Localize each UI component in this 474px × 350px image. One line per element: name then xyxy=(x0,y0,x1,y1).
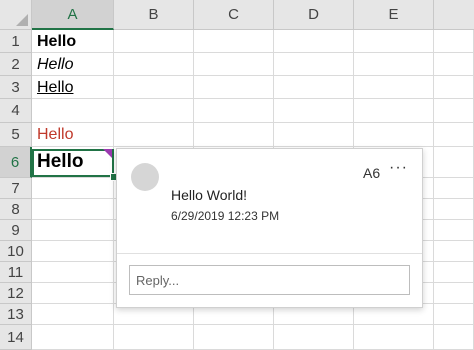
cell-a3-text[interactable]: Hello xyxy=(37,79,73,97)
row-header-13[interactable]: 13 xyxy=(0,304,32,325)
comment-card: A6 ··· Hello World! 6/29/2019 12:23 PM xyxy=(116,148,423,308)
grid-cell[interactable] xyxy=(32,304,114,325)
row-header-7[interactable]: 7 xyxy=(0,178,32,199)
grid-cell[interactable] xyxy=(194,99,274,123)
row-header-11[interactable]: 11 xyxy=(0,262,32,283)
select-all-button[interactable] xyxy=(0,0,32,30)
grid-cell[interactable] xyxy=(194,30,274,53)
grid-cell[interactable] xyxy=(274,99,354,123)
grid-cell[interactable] xyxy=(434,53,474,76)
grid-cell[interactable] xyxy=(114,325,194,350)
comment-text: Hello World! xyxy=(171,187,247,203)
comment-indicator-icon[interactable] xyxy=(103,149,112,158)
grid-cell[interactable] xyxy=(354,30,434,53)
grid-cell[interactable] xyxy=(194,76,274,99)
grid-cell[interactable] xyxy=(32,220,114,241)
grid-cell[interactable] xyxy=(434,178,474,199)
active-cell-border xyxy=(32,149,114,177)
grid-cell[interactable] xyxy=(32,325,114,350)
grid-cell[interactable] xyxy=(434,220,474,241)
comment-divider xyxy=(117,253,422,254)
row-header-9[interactable]: 9 xyxy=(0,220,32,241)
row-header-2[interactable]: 2 xyxy=(0,53,32,76)
row-header-6[interactable]: 6 xyxy=(0,147,32,178)
grid-cell[interactable] xyxy=(114,99,194,123)
grid-cell[interactable] xyxy=(194,53,274,76)
column-header-d[interactable]: D xyxy=(274,0,354,30)
grid-cell[interactable] xyxy=(354,123,434,147)
grid-cell[interactable] xyxy=(434,99,474,123)
grid-cell[interactable] xyxy=(354,99,434,123)
column-header-a[interactable]: A xyxy=(32,0,114,30)
row-header-14[interactable]: 14 xyxy=(0,325,32,350)
grid-cell[interactable] xyxy=(434,325,474,350)
grid-cell[interactable] xyxy=(434,283,474,304)
grid-cell[interactable] xyxy=(274,325,354,350)
row-header-3[interactable]: 3 xyxy=(0,76,32,99)
column-header-e[interactable]: E xyxy=(354,0,434,30)
grid-cell[interactable] xyxy=(194,325,274,350)
row-header-1[interactable]: 1 xyxy=(0,30,32,53)
grid-cell[interactable] xyxy=(434,76,474,99)
grid-cell[interactable] xyxy=(32,199,114,220)
grid-cell[interactable] xyxy=(114,76,194,99)
grid-cell[interactable] xyxy=(274,53,354,76)
grid-cell[interactable] xyxy=(32,241,114,262)
column-header-c[interactable]: C xyxy=(194,0,274,30)
more-options-button[interactable]: ··· xyxy=(389,159,408,177)
grid-cell[interactable] xyxy=(194,123,274,147)
grid-cell[interactable] xyxy=(434,147,474,178)
grid-cell[interactable] xyxy=(274,123,354,147)
cell-a2-text[interactable]: Hello xyxy=(37,56,73,74)
grid-cell[interactable] xyxy=(354,325,434,350)
avatar xyxy=(131,163,159,191)
cell-a5-text[interactable]: Hello xyxy=(37,126,73,144)
grid-cell[interactable] xyxy=(354,76,434,99)
grid-cell[interactable] xyxy=(434,123,474,147)
grid-cell[interactable] xyxy=(32,262,114,283)
grid-cell[interactable] xyxy=(434,30,474,53)
comment-timestamp: 6/29/2019 12:23 PM xyxy=(171,209,280,223)
grid-cell[interactable] xyxy=(434,241,474,262)
reply-input[interactable] xyxy=(129,265,410,295)
grid-cell[interactable] xyxy=(274,76,354,99)
grid-cell[interactable] xyxy=(354,53,434,76)
grid-cell[interactable] xyxy=(114,30,194,53)
row-header-10[interactable]: 10 xyxy=(0,241,32,262)
grid-cell[interactable] xyxy=(434,262,474,283)
row-header-5[interactable]: 5 xyxy=(0,123,32,147)
row-header-8[interactable]: 8 xyxy=(0,199,32,220)
row-header-4[interactable]: 4 xyxy=(0,99,32,123)
grid-cell[interactable] xyxy=(114,53,194,76)
cell-a1-text[interactable]: Hello xyxy=(37,33,76,51)
column-header-f[interactable] xyxy=(434,0,474,30)
grid-cell[interactable] xyxy=(434,199,474,220)
grid-cell[interactable] xyxy=(32,99,114,123)
grid-cell[interactable] xyxy=(434,304,474,325)
grid-cell[interactable] xyxy=(114,123,194,147)
column-header-b[interactable]: B xyxy=(114,0,194,30)
grid-cell[interactable] xyxy=(32,178,114,199)
select-all-triangle-icon xyxy=(16,14,28,26)
grid-cell[interactable] xyxy=(32,283,114,304)
grid-cell[interactable] xyxy=(274,30,354,53)
comment-cell-reference: A6 xyxy=(363,165,381,181)
row-header-12[interactable]: 12 xyxy=(0,283,32,304)
